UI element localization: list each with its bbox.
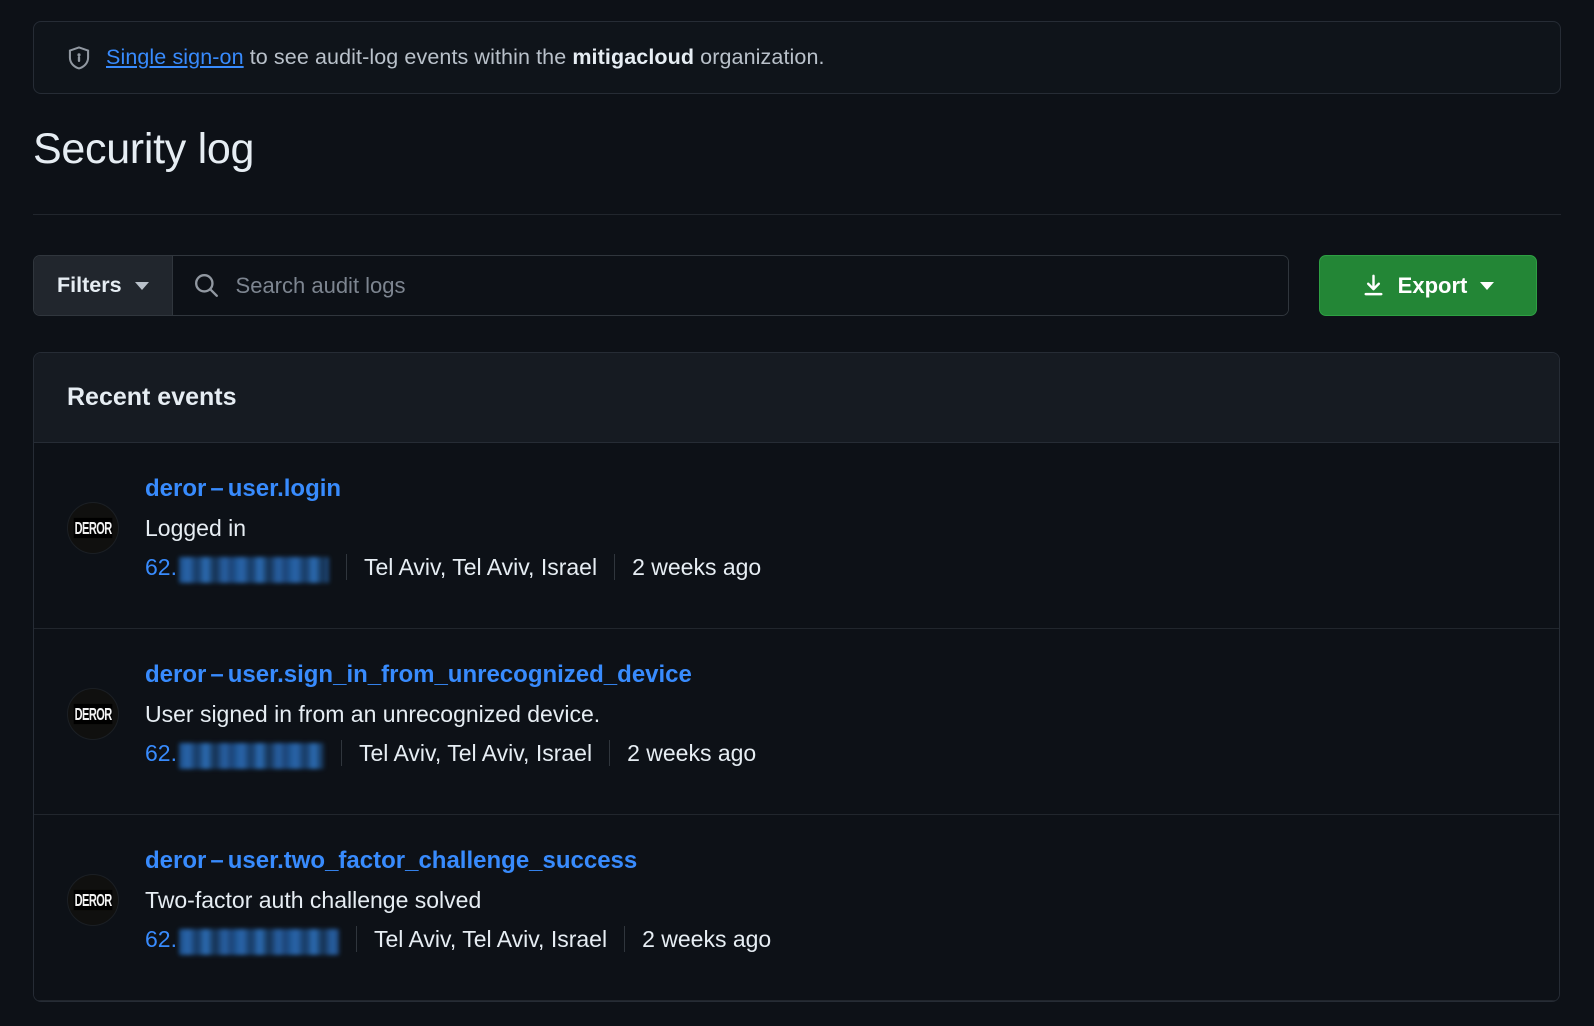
avatar-label: DEROR (73, 703, 113, 725)
organization-name: mitigacloud (572, 45, 695, 69)
metadata-separator (614, 554, 616, 581)
metadata-separator (624, 926, 626, 953)
export-button[interactable]: Export (1319, 255, 1537, 317)
event-separator: – (210, 475, 224, 503)
event-metadata: 62. Tel Aviv, Tel Aviv, Israel 2 weeks a… (145, 739, 1526, 769)
panel-header: Recent events (34, 353, 1559, 444)
metadata-separator (355, 926, 357, 953)
event-location: Tel Aviv, Tel Aviv, Israel (363, 553, 598, 580)
recent-events-panel: Recent events DEROR deror – user.login Log… (33, 352, 1560, 1003)
single-sign-on-link[interactable]: Single sign-on (106, 45, 244, 69)
event-body: deror – user.login Logged in 62. Tel Aviv,… (145, 473, 1526, 583)
event-ip-address[interactable]: 62. (145, 739, 324, 769)
filters-button-label: Filters (57, 273, 122, 298)
search-icon (194, 273, 219, 298)
event-timestamp: 2 weeks ago (632, 553, 762, 580)
search-group: Filters (33, 255, 1289, 317)
event-location: Tel Aviv, Tel Aviv, Israel (373, 925, 608, 952)
shield-alert-icon (68, 45, 90, 70)
event-description: Logged in (145, 514, 247, 541)
avatar-label: DEROR (73, 889, 113, 911)
event-row: DEROR deror – user.two_factor_challenge_su… (34, 815, 1559, 1002)
event-description: User signed in from an unrecognized devi… (145, 700, 601, 727)
event-action-link[interactable]: user.two_factor_challenge_success (228, 847, 638, 874)
event-heading: deror – user.login (145, 473, 1526, 505)
metadata-separator (340, 740, 342, 767)
event-actor-link[interactable]: deror (145, 475, 206, 502)
metadata-separator (345, 554, 347, 581)
event-action-link[interactable]: user.login (228, 475, 341, 502)
event-body: deror – user.sign_in_from_unrecognized_dev… (145, 659, 1526, 769)
panel-header-title: Recent events (67, 383, 237, 412)
event-timestamp: 2 weeks ago (642, 925, 772, 952)
event-row: DEROR deror – user.login Logged in 62. Tel… (34, 443, 1559, 630)
redacted-ip-block (178, 742, 324, 769)
event-description: Two-factor auth challenge solved (145, 886, 482, 913)
event-heading: deror – user.sign_in_from_unrecognized_dev… (145, 659, 1526, 691)
chevron-down-icon (134, 281, 149, 290)
event-ip-prefix: 62. (145, 739, 177, 766)
event-actor-link[interactable]: deror (145, 847, 206, 874)
event-separator: – (210, 661, 224, 689)
event-ip-address[interactable]: 62. (145, 553, 329, 583)
toolbar: Filters Export (33, 255, 1561, 317)
event-ip-prefix: 62. (145, 925, 177, 952)
avatar[interactable]: DEROR (67, 502, 119, 555)
avatar[interactable]: DEROR (67, 874, 119, 927)
event-timestamp: 2 weeks ago (627, 739, 757, 766)
sso-banner: Single sign-on to see audit-log events w… (33, 21, 1561, 94)
sso-banner-text: Single sign-on to see audit-log events w… (106, 45, 825, 70)
event-heading: deror – user.two_factor_challenge_success (145, 845, 1526, 877)
avatar[interactable]: DEROR (67, 688, 119, 741)
event-location: Tel Aviv, Tel Aviv, Israel (358, 739, 593, 766)
security-log-page: Single sign-on to see audit-log events w… (0, 21, 1594, 1026)
sso-middle-text: to see audit-log events within the (243, 45, 573, 69)
event-metadata: 62. Tel Aviv, Tel Aviv, Israel 2 weeks a… (145, 925, 1526, 955)
event-metadata: 62. Tel Aviv, Tel Aviv, Israel 2 weeks a… (145, 553, 1526, 583)
search-field-wrapper[interactable] (172, 256, 1288, 316)
filters-button[interactable]: Filters (34, 256, 173, 316)
event-row: DEROR deror – user.sign_in_from_unrecogniz… (34, 629, 1559, 816)
download-icon (1362, 274, 1385, 297)
redacted-ip-block (178, 928, 339, 955)
metadata-separator (609, 740, 611, 767)
event-actor-link[interactable]: deror (145, 661, 206, 688)
event-separator: – (210, 847, 224, 875)
page-title: Security log (33, 125, 255, 173)
redacted-ip-block (178, 556, 329, 583)
chevron-down-icon (1480, 281, 1495, 290)
events-list: DEROR deror – user.login Logged in 62. Tel… (34, 443, 1559, 1002)
avatar-label: DEROR (73, 517, 113, 539)
event-ip-prefix: 62. (145, 553, 177, 580)
event-body: deror – user.two_factor_challenge_success … (145, 845, 1526, 955)
export-button-label: Export (1397, 272, 1468, 298)
sso-tail-text: organization. (694, 45, 825, 69)
search-input[interactable] (235, 272, 1267, 299)
event-action-link[interactable]: user.sign_in_from_unrecognized_device (228, 661, 692, 688)
title-divider (33, 214, 1561, 216)
event-ip-address[interactable]: 62. (145, 925, 339, 955)
